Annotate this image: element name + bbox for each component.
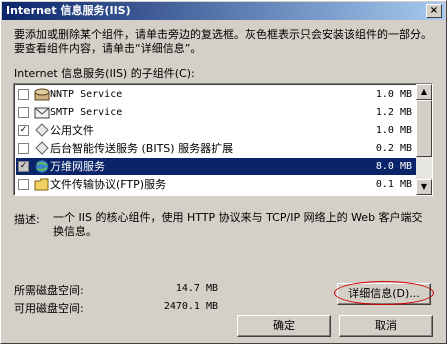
checkbox[interactable] [18, 143, 29, 154]
list-item-smtp[interactable]: SMTP Service 1.2 MB [16, 104, 416, 121]
description-text: 一个 IIS 的核心组件，使用 HTTP 协议来与 TCP/IP 网络上的 We… [53, 211, 423, 238]
component-name: 文件传输协议(FTP)服务 [50, 178, 167, 191]
list-item-nntp[interactable]: NNTP Service 1.0 MB [16, 86, 416, 103]
component-size: 0.2 MB [375, 143, 412, 154]
available-space-value: 2470.1 MB [163, 301, 218, 312]
close-button[interactable]: × [426, 4, 442, 18]
list-item-bits[interactable]: 后台智能传送服务 (BITS) 服务器扩展 0.2 MB [16, 140, 416, 157]
component-name: 公用文件 [50, 124, 94, 137]
checkbox-partial[interactable]: ✓ [18, 161, 29, 172]
iis-dialog: Internet 信息服务(IIS) × 要添加或删除某个组件，请单击旁边的复选… [0, 0, 447, 344]
window-title: Internet 信息服务(IIS) [6, 4, 131, 17]
list-scrollbar[interactable]: ▲ ▼ [416, 84, 432, 195]
component-size: 1.0 MB [375, 125, 412, 136]
scroll-thumb[interactable] [416, 100, 432, 157]
list-item-www[interactable]: ✓ 万维网服务 8.0 MB [16, 158, 416, 175]
component-name: NNTP Service [50, 89, 123, 100]
component-name: SMTP Service [50, 107, 123, 118]
common-files-icon [35, 123, 49, 137]
component-size: 8.0 MB [375, 161, 412, 172]
required-space-label: 所需磁盘空间: [14, 284, 84, 297]
instructions-text: 要添加或删除某个组件，请单击旁边的复选框。灰色框表示只会安装该组件的一部分。要查… [14, 28, 432, 55]
ok-button[interactable]: 确定 [237, 315, 331, 337]
component-size: 1.0 MB [375, 89, 412, 100]
subcomponents-list[interactable]: NNTP Service 1.0 MB SMTP Service 1.2 MB … [13, 83, 433, 196]
available-space-label: 可用磁盘空间: [14, 302, 84, 315]
component-size: 0.1 MB [375, 179, 412, 190]
component-name: 万维网服务 [50, 160, 105, 173]
required-space-value: 14.7 MB [175, 283, 218, 294]
list-item-common-files[interactable]: ✓ 公用文件 1.0 MB [16, 122, 416, 139]
description-label: 描述: [14, 213, 40, 226]
component-size: 1.2 MB [375, 107, 412, 118]
scroll-down-icon[interactable]: ▼ [416, 179, 432, 195]
title-bar[interactable]: Internet 信息服务(IIS) × [2, 2, 445, 20]
checkbox[interactable] [18, 107, 29, 118]
nntp-icon [34, 88, 50, 101]
smtp-icon [34, 107, 50, 119]
checkbox[interactable] [18, 89, 29, 100]
cancel-button[interactable]: 取消 [339, 315, 433, 337]
scroll-up-icon[interactable]: ▲ [416, 84, 432, 100]
annotation-circle [334, 281, 434, 305]
component-name: 后台智能传送服务 (BITS) 服务器扩展 [50, 142, 234, 155]
www-icon [35, 159, 49, 174]
subcomponents-label: Internet 信息服务(IIS) 的子组件(C): [14, 67, 195, 80]
checkbox[interactable] [18, 179, 29, 190]
ftp-folder-icon [34, 178, 49, 191]
list-item-ftp[interactable]: 文件传输协议(FTP)服务 0.1 MB [16, 176, 416, 193]
bits-icon [35, 141, 49, 155]
checkbox-checked[interactable]: ✓ [18, 125, 29, 136]
